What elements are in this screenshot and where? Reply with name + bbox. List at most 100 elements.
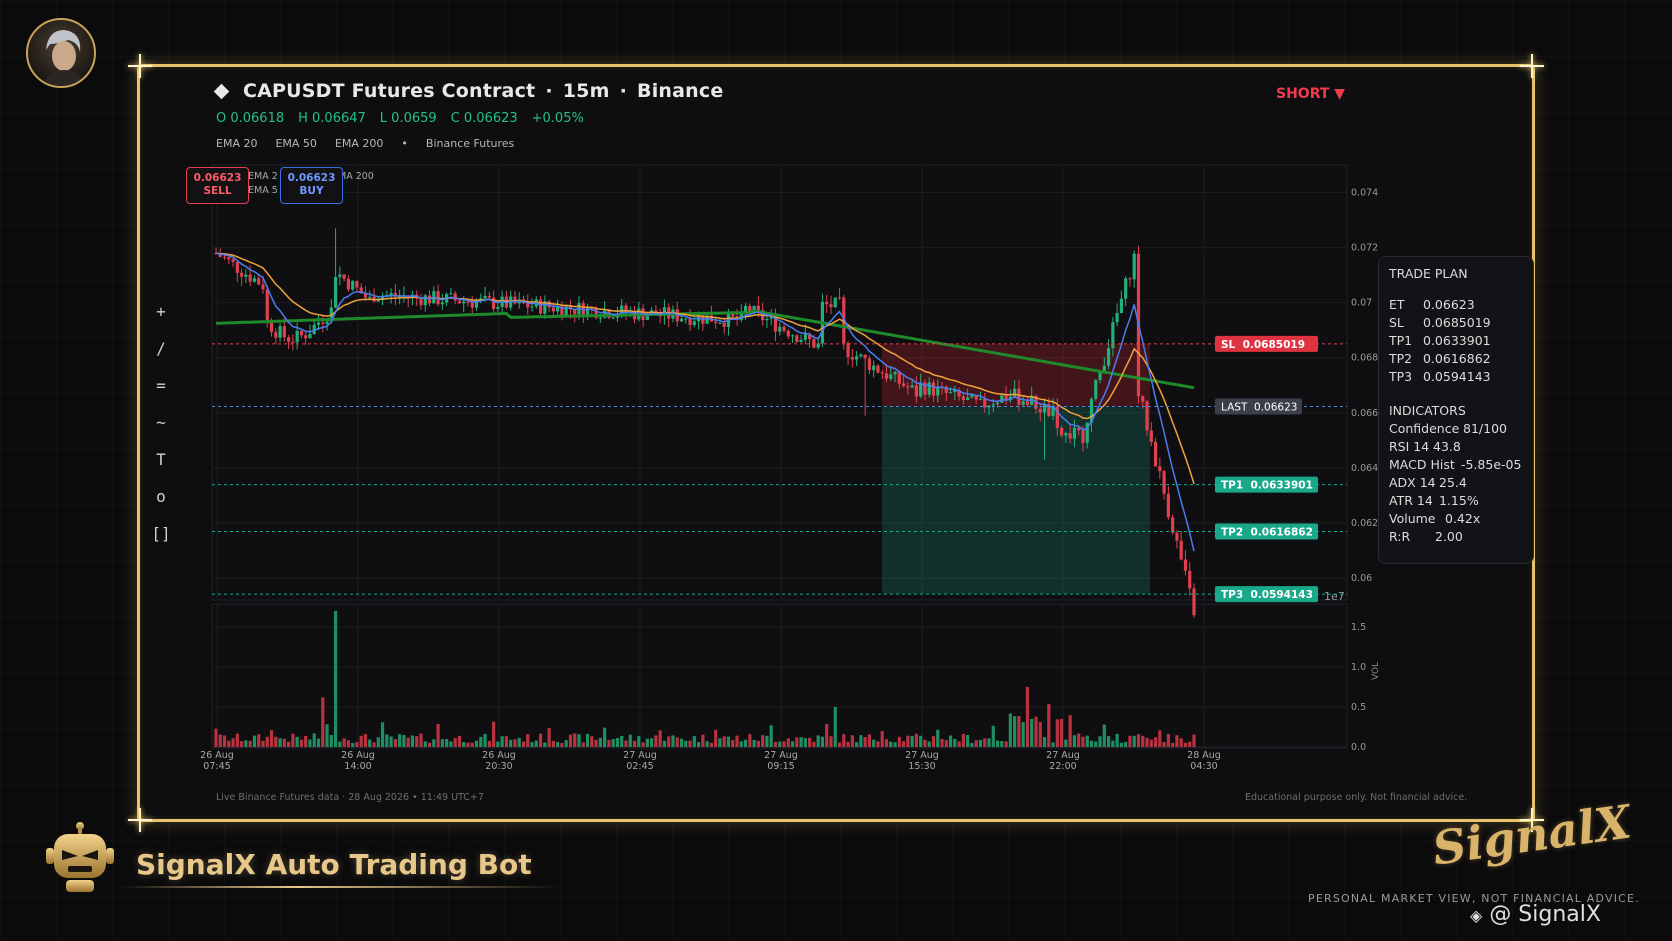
- text-tool-icon[interactable]: T: [150, 450, 172, 487]
- buy-button[interactable]: 0.06623 BUY: [280, 167, 343, 204]
- horizontal-line-tool-icon[interactable]: =: [150, 376, 172, 413]
- x-tick-label: 09:15: [767, 761, 794, 772]
- social-handle[interactable]: ◈ @ SignalX: [1470, 902, 1601, 927]
- volume-bar: [743, 739, 748, 747]
- rectangle-tool-icon[interactable]: []: [150, 524, 172, 561]
- indicator-label: MACD Hist: [1389, 457, 1455, 472]
- volume-bar: [1192, 734, 1196, 747]
- trade-plan-label: TP3: [1389, 369, 1413, 384]
- candle-body: [355, 281, 359, 288]
- candle-body: [901, 383, 906, 387]
- candle-body: [274, 332, 278, 338]
- volume-bar: [410, 735, 415, 747]
- volume-bar: [863, 737, 867, 747]
- volume-bar: [1106, 736, 1111, 747]
- volume-bar: [214, 728, 218, 747]
- candle-body: [799, 339, 803, 342]
- y-tick-label: 0.072: [1351, 243, 1378, 254]
- sell-button[interactable]: 0.06623 SELL: [186, 167, 249, 204]
- volume-tick-label: 0.0: [1351, 742, 1366, 753]
- candle-body: [291, 341, 295, 343]
- trendline-tool-icon[interactable]: /: [150, 339, 172, 376]
- candle-body: [692, 321, 696, 325]
- candle-body: [936, 386, 940, 396]
- volume-bar: [846, 741, 850, 747]
- candle-body: [931, 382, 936, 396]
- volume-bar: [402, 735, 406, 747]
- volume-bar: [500, 736, 504, 747]
- candle-body: [222, 256, 227, 258]
- candle-body: [227, 257, 231, 260]
- candle-body: [1115, 313, 1119, 323]
- volume-bar: [308, 739, 312, 747]
- candle-body: [598, 317, 602, 319]
- trade-plan-value: 0.06623: [1423, 297, 1475, 312]
- candle-body: [1188, 570, 1192, 589]
- volume-bar: [1153, 737, 1158, 747]
- candle-body: [714, 321, 718, 324]
- volume-bar: [650, 738, 654, 747]
- volume-bar: [1183, 742, 1188, 747]
- brush-tool-icon[interactable]: ~: [150, 413, 172, 450]
- volume-bar: [329, 735, 333, 747]
- indicator-row: RSI 14 43.8: [1389, 438, 1523, 456]
- x-tick-label: 04:30: [1190, 761, 1217, 772]
- volume-bar: [607, 739, 611, 747]
- volume-tick-label: 1.0: [1351, 662, 1366, 673]
- trade-plan-value: 0.0616862: [1423, 351, 1491, 366]
- volume-bar: [487, 740, 491, 747]
- volume-bar: [1013, 716, 1017, 747]
- volume-bar: [440, 739, 444, 747]
- handle-text: @ SignalX: [1489, 902, 1601, 927]
- candle-body: [786, 330, 790, 337]
- volume-bar: [812, 741, 816, 747]
- volume-bar: [974, 740, 978, 747]
- x-tick-label: 20:30: [485, 761, 512, 772]
- candle-body: [338, 274, 342, 277]
- volume-bar: [880, 730, 884, 747]
- disclaimer-note: Educational purpose only. Not financial …: [1245, 792, 1468, 803]
- candle-body: [1141, 396, 1145, 402]
- circle-tool-icon[interactable]: o: [150, 487, 172, 524]
- volume-bar: [564, 740, 568, 747]
- volume-bar: [538, 733, 543, 747]
- trade-plan-value: 0.0685019: [1423, 315, 1491, 330]
- volume-bar: [368, 739, 372, 747]
- candle-body: [235, 261, 239, 273]
- volume-bar: [679, 738, 684, 747]
- volume-bar: [1017, 716, 1021, 747]
- volume-bar: [372, 742, 376, 747]
- buy-label: BUY: [299, 185, 324, 197]
- volume-bar: [859, 735, 863, 747]
- indicator-row: MACD Hist -5.85e-05: [1389, 456, 1523, 474]
- candle-body: [252, 278, 257, 282]
- candle-body: [1025, 401, 1030, 406]
- candle-body: [346, 278, 350, 290]
- volume-bar: [551, 740, 555, 747]
- candle-body: [487, 295, 491, 298]
- volume-bar: [287, 741, 291, 747]
- volume-bar: [1077, 733, 1081, 747]
- volume-bar: [423, 741, 427, 747]
- volume-bar: [577, 734, 581, 747]
- volume-bar: [291, 733, 295, 747]
- volume-bar: [714, 729, 718, 747]
- volume-bar: [231, 738, 235, 747]
- volume-bar: [970, 742, 974, 747]
- buy-price: 0.06623: [287, 172, 336, 184]
- candle-body: [257, 278, 261, 285]
- candle-body: [453, 293, 457, 301]
- volume-bar: [615, 738, 620, 747]
- volume-bar: [944, 740, 948, 747]
- volume-bar: [671, 735, 675, 747]
- volume-bar: [816, 735, 820, 747]
- indicator-row: R:R 2.00: [1389, 528, 1523, 546]
- candle-body: [765, 318, 769, 321]
- candle-body: [1128, 278, 1132, 280]
- volume-bar: [244, 740, 248, 747]
- y-tick-label: 0.068: [1351, 353, 1378, 364]
- candle-body: [855, 356, 859, 360]
- crosshair-tool-icon[interactable]: +: [150, 302, 172, 339]
- candle-body: [244, 274, 248, 277]
- volume-bar: [735, 735, 739, 747]
